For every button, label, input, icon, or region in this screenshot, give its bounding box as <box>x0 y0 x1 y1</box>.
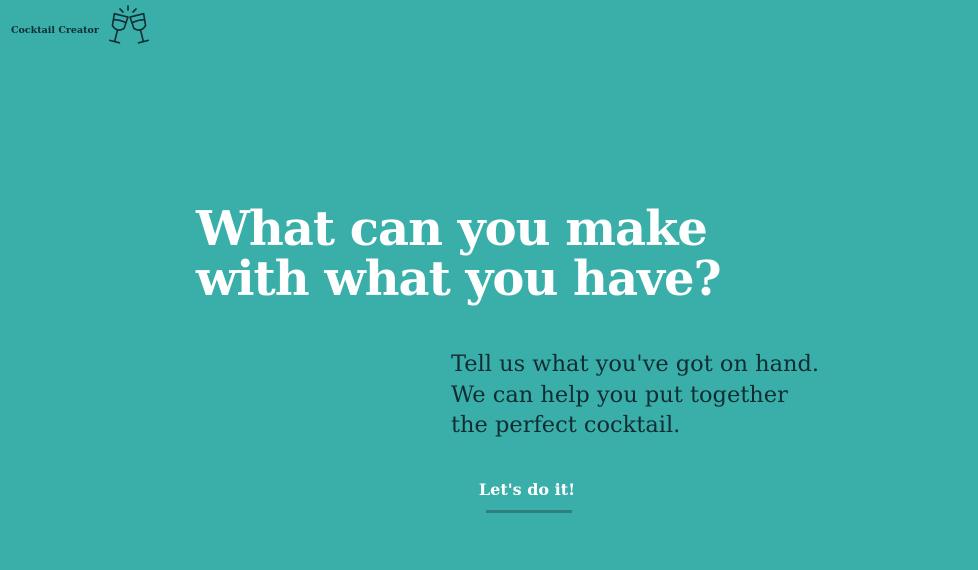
hero-headline-line: with what you have? <box>196 251 722 307</box>
brand-name: Cocktail Creator <box>11 25 99 36</box>
hero-tagline-line: the perfect cocktail. <box>451 412 681 438</box>
hero-tagline: Tell us what you've got on hand. We can … <box>451 349 819 441</box>
brand-logo-link[interactable]: Cocktail Creator <box>11 4 156 52</box>
hero-tagline-line: Tell us what you've got on hand. <box>451 351 820 377</box>
cta-underline <box>486 510 572 513</box>
get-started-button[interactable]: Let's do it! <box>478 480 576 499</box>
hero-headline-line: What can you make <box>196 201 708 257</box>
hero-tagline-line: We can help you put together <box>451 381 788 408</box>
clinking-glasses-icon <box>108 5 149 44</box>
hero-headline: What can you make with what you have? <box>196 201 722 307</box>
